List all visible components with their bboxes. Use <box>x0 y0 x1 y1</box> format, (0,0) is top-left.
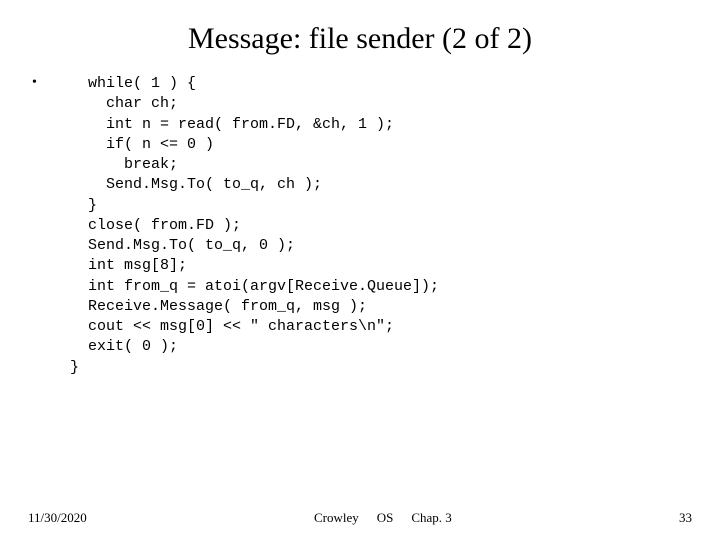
code-block: while( 1 ) { char ch; int n = read( from… <box>70 74 439 378</box>
footer-course: OS <box>377 510 394 526</box>
slide: Message: file sender (2 of 2) • while( 1… <box>0 0 720 540</box>
footer-page: 33 <box>679 510 692 526</box>
footer: 11/30/2020 Crowley OS Chap. 3 33 <box>0 510 720 526</box>
footer-author: Crowley <box>314 510 359 526</box>
footer-chapter: Chap. 3 <box>411 510 451 526</box>
body-row: • while( 1 ) { char ch; int n = read( fr… <box>28 74 692 378</box>
slide-title: Message: file sender (2 of 2) <box>28 22 692 56</box>
bullet-icon: • <box>32 74 42 90</box>
footer-center: Crowley OS Chap. 3 <box>87 510 679 526</box>
footer-date: 11/30/2020 <box>28 510 87 526</box>
